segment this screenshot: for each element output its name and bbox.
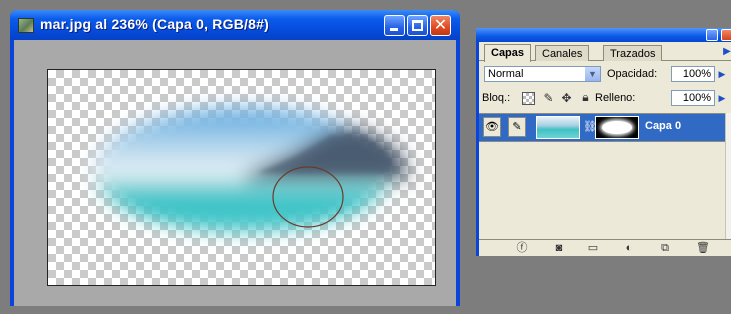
layer-row[interactable]: 👁︎ ✎ ⛓︎ Capa 0 xyxy=(479,114,725,142)
opacity-label: Opacidad: xyxy=(607,68,658,80)
add-mask-icon[interactable]: ◙ xyxy=(551,241,567,255)
fill-slider-arrow-icon[interactable]: ▶ xyxy=(717,91,727,105)
palette-tabs: Capas Canales Trazados ▶ xyxy=(479,42,731,62)
palette-menu-arrow-icon[interactable]: ▶ xyxy=(721,45,731,59)
layers-list: 👁︎ ✎ ⛓︎ Capa 0 xyxy=(479,113,725,239)
palette-body: Capas Canales Trazados ▶ Normal ▼ Opacid… xyxy=(479,42,731,256)
lock-transparent-pixels-icon[interactable] xyxy=(522,92,535,105)
document-title: mar.jpg al 236% (Capa 0, RGB/8#) xyxy=(40,16,269,32)
lock-position-icon[interactable]: ✥ xyxy=(560,92,573,105)
new-layer-icon[interactable]: ⧉ xyxy=(657,241,673,255)
minimize-icon xyxy=(390,28,398,31)
opacity-slider-arrow-icon[interactable]: ▶ xyxy=(717,67,727,81)
trash-icon[interactable]: 🗑︎ xyxy=(695,241,711,255)
lock-all-icon[interactable]: 🔒︎ xyxy=(579,91,592,104)
minimize-button[interactable] xyxy=(384,15,405,36)
layers-palette-window: Capas Canales Trazados ▶ Normal ▼ Opacid… xyxy=(476,28,731,256)
palette-minimize-button[interactable] xyxy=(706,29,718,41)
chain-link-icon[interactable]: ⛓︎ xyxy=(583,121,597,134)
document-window: mar.jpg al 236% (Capa 0, RGB/8#) ✕ xyxy=(10,10,460,306)
brush-icon: ✎ xyxy=(508,117,526,137)
lock-image-pixels-icon[interactable]: ✎ xyxy=(542,92,555,105)
layer-style-icon[interactable]: ⓕ xyxy=(514,241,530,255)
document-titlebar[interactable]: mar.jpg al 236% (Capa 0, RGB/8#) ✕ xyxy=(10,10,460,40)
lock-label: Bloq.: xyxy=(482,92,511,104)
layer-mask-thumbnail[interactable] xyxy=(595,116,639,139)
document-workspace xyxy=(14,40,456,306)
close-button[interactable]: ✕ xyxy=(430,15,451,36)
palette-titlebar[interactable] xyxy=(476,28,731,42)
tab-trazados[interactable]: Trazados xyxy=(603,45,663,61)
eye-icon[interactable]: 👁︎ xyxy=(483,117,501,137)
close-icon: ✕ xyxy=(433,17,448,34)
maximize-icon xyxy=(412,20,423,31)
image-file-icon xyxy=(18,18,34,33)
blend-mode-value: Normal xyxy=(488,68,524,80)
fill-label: Relleno: xyxy=(595,92,636,104)
maximize-button[interactable] xyxy=(407,15,428,36)
tab-canales[interactable]: Canales xyxy=(535,45,590,61)
palette-close-button[interactable] xyxy=(721,29,731,41)
image-canvas[interactable] xyxy=(47,69,436,286)
new-group-icon[interactable]: ▭ xyxy=(585,241,601,255)
fill-input[interactable]: 100% xyxy=(671,90,715,106)
layer-thumbnail[interactable] xyxy=(536,116,580,139)
opacity-input[interactable]: 100% xyxy=(671,66,715,82)
palette-footer: ⓕ ◙ ▭ ◐ ⧉ 🗑︎ xyxy=(479,239,731,256)
mask-shape xyxy=(602,121,632,134)
adjustment-layer-icon[interactable]: ◐ xyxy=(621,241,637,255)
tab-capas[interactable]: Capas xyxy=(484,44,532,62)
photo-ellipse xyxy=(93,108,408,232)
layer-name[interactable]: Capa 0 xyxy=(645,120,681,132)
chevron-down-icon[interactable]: ▼ xyxy=(584,67,600,81)
blend-mode-select[interactable]: Normal ▼ xyxy=(484,66,601,82)
layers-scrollbar[interactable] xyxy=(725,113,731,239)
